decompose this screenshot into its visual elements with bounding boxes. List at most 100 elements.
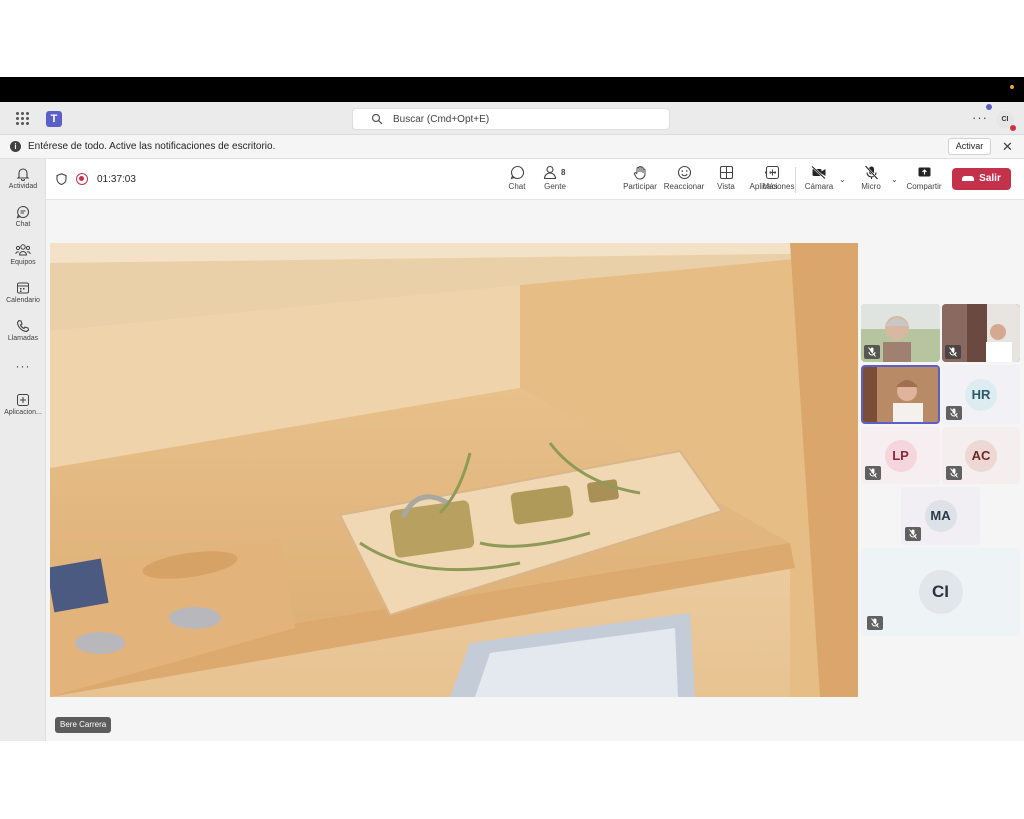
- hang-up-icon: [962, 175, 975, 181]
- search-placeholder: Buscar (Cmd+Opt+E): [393, 114, 490, 125]
- user-avatar[interactable]: CI: [986, 104, 1016, 131]
- mic-options-chevron-icon[interactable]: ⌄: [891, 175, 898, 184]
- participant-initials: AC: [965, 439, 997, 472]
- mic-off-icon: [869, 468, 877, 478]
- camera-options-chevron-icon[interactable]: ⌄: [839, 175, 846, 184]
- muted-indicator: [864, 345, 880, 359]
- people-button[interactable]: Gente: [540, 165, 570, 191]
- mic-button[interactable]: Micro: [858, 165, 884, 191]
- close-icon[interactable]: ✕: [1002, 139, 1013, 155]
- main-video-feed: [50, 243, 858, 697]
- rail-item-calendar[interactable]: Calendario: [0, 281, 46, 304]
- rail-label: Aplicacion...: [4, 409, 42, 416]
- mic-off-icon: [864, 165, 878, 180]
- participant-initials: MA: [924, 500, 957, 532]
- shelf-video-frame: [50, 243, 858, 697]
- mic-off-icon: [949, 347, 957, 357]
- self-view-tile[interactable]: CI: [861, 548, 1020, 636]
- raise-hand-icon: [633, 166, 645, 180]
- speaker-name-tag: Bere Carrera: [55, 717, 112, 733]
- raise-hand-button[interactable]: Participar: [621, 165, 659, 191]
- camera-label: Cámara: [804, 182, 834, 191]
- rail-item-apps[interactable]: Aplicacion...: [0, 393, 46, 416]
- react-label: Reaccionar: [663, 182, 705, 191]
- status-dot: [1010, 85, 1014, 89]
- raise-hand-label: Participar: [623, 182, 657, 191]
- notification-message: Entérese de todo. Active las notificacio…: [28, 141, 276, 152]
- people-count: 8: [561, 168, 566, 177]
- muted-indicator: [905, 527, 921, 541]
- participant-video: [863, 367, 938, 422]
- rail-item-chat[interactable]: Chat: [0, 205, 46, 228]
- toolbar-divider: [795, 167, 796, 193]
- rail-label: Calendario: [6, 297, 40, 304]
- muted-indicator: [945, 345, 961, 359]
- screen-top-bar: [0, 77, 1024, 102]
- search-box[interactable]: Buscar (Cmd+Opt+E): [352, 108, 670, 130]
- share-button[interactable]: Compartir: [904, 165, 944, 191]
- chat-icon: [510, 165, 524, 180]
- leave-label: Salir: [979, 173, 1001, 184]
- muted-indicator: [867, 616, 883, 630]
- mic-off-icon: [950, 408, 958, 418]
- mic-off-icon: [871, 618, 879, 628]
- more-icon: [764, 171, 776, 174]
- participant-tile[interactable]: LP: [861, 427, 940, 484]
- chat-button[interactable]: Chat: [504, 165, 530, 191]
- mic-off-icon: [868, 347, 876, 357]
- chat-label: Chat: [508, 182, 526, 191]
- phone-icon: [16, 319, 30, 333]
- rail-item-teams[interactable]: Equipos: [0, 243, 46, 266]
- user-initials: CI: [1001, 116, 1009, 123]
- app-launcher-icon[interactable]: [16, 112, 30, 126]
- participant-initials: HR: [965, 378, 997, 411]
- rail-more-icon[interactable]: ···: [0, 359, 46, 373]
- participant-tile-video[interactable]: [861, 304, 940, 362]
- meeting-timer: 01:37:03: [97, 174, 136, 185]
- notification-banner: i Entérese de todo. Active las notificac…: [0, 135, 1024, 159]
- rail-item-activity[interactable]: Actividad: [0, 167, 46, 190]
- participant-tile[interactable]: AC: [942, 427, 1020, 484]
- search-icon: [371, 113, 383, 125]
- participant-tile-video-active[interactable]: [861, 365, 940, 424]
- participant-tile[interactable]: HR: [942, 365, 1020, 424]
- people-label: Gente: [544, 182, 566, 191]
- camera-off-icon: [811, 165, 826, 180]
- muted-indicator: [946, 406, 962, 420]
- rail-item-calls[interactable]: Llamadas: [0, 319, 46, 342]
- view-label: Vista: [717, 182, 735, 191]
- app-rail: Actividad Chat Equipos Calendario Llamad…: [0, 159, 46, 741]
- apps-icon: [17, 394, 29, 406]
- activate-button[interactable]: Activar: [948, 138, 991, 155]
- camera-button[interactable]: Cámara: [804, 165, 834, 191]
- info-icon: i: [10, 141, 21, 152]
- notification-dot: [986, 104, 992, 110]
- react-button[interactable]: Reaccionar: [663, 165, 705, 191]
- meeting-toolbar: 01:37:03 Chat Gente 8 Participar Reaccio…: [46, 159, 1024, 200]
- participant-tile[interactable]: MA: [901, 487, 980, 545]
- more-label: Más: [762, 182, 778, 191]
- rail-label: Equipos: [10, 259, 36, 266]
- teams-icon: [15, 244, 31, 256]
- rail-label: Chat: [15, 221, 31, 228]
- mic-off-icon: [950, 468, 958, 478]
- muted-indicator: [946, 466, 962, 480]
- presence-busy-badge: [1010, 125, 1016, 131]
- more-options-icon[interactable]: ···: [972, 110, 988, 125]
- shield-icon[interactable]: [56, 173, 67, 185]
- view-button[interactable]: Vista: [715, 165, 737, 191]
- rail-label: Actividad: [8, 183, 38, 190]
- teams-logo-icon: T: [46, 111, 62, 127]
- calendar-icon: [17, 282, 29, 294]
- self-initials: CI: [918, 570, 963, 614]
- share-label: Compartir: [906, 182, 942, 191]
- chat-icon: [16, 205, 29, 219]
- mic-label: Micro: [861, 182, 881, 191]
- muted-indicator: [865, 466, 881, 480]
- leave-button[interactable]: Salir: [952, 168, 1011, 190]
- title-bar: T Buscar (Cmd+Opt+E) ··· CI: [0, 102, 1024, 135]
- participant-tile-video[interactable]: [942, 304, 1020, 362]
- grid-view-icon: [719, 165, 733, 180]
- rail-label: Llamadas: [7, 335, 39, 342]
- more-button[interactable]: Más: [761, 165, 779, 191]
